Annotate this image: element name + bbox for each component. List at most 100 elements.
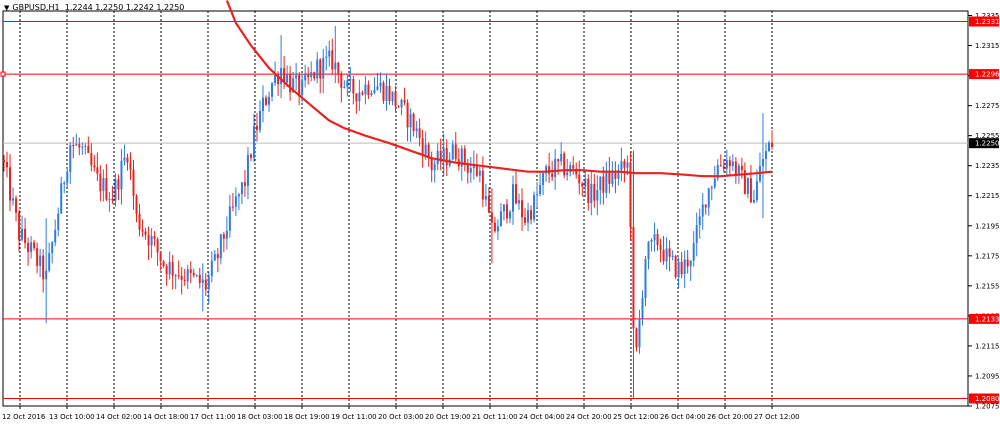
- dropdown-triangle-icon[interactable]: ▼: [4, 4, 9, 12]
- bull-candle: [195, 274, 198, 276]
- bear-candle: [249, 154, 252, 158]
- x-axis-label: 17 Oct 11:00: [190, 413, 236, 421]
- bull-candle: [527, 210, 530, 223]
- bull-candle: [391, 91, 394, 102]
- bear-candle: [156, 239, 159, 253]
- chart-window[interactable]: 12 Oct 2016 13 Oct 10:00 14 Oct 02:00 14 Oc…: [0, 0, 1000, 424]
- bull-candle: [731, 161, 734, 166]
- y-axis-label: 1.2115: [975, 342, 1000, 350]
- bull-candle: [638, 318, 641, 348]
- bull-candle: [174, 275, 177, 277]
- x-axis-label: 19 Oct 11:00: [331, 413, 377, 421]
- bear-candle: [93, 165, 96, 168]
- bear-candle: [105, 178, 108, 200]
- bear-candle: [593, 183, 596, 201]
- bear-candle: [635, 328, 638, 348]
- bull-candle: [268, 96, 271, 105]
- bear-candle: [581, 183, 584, 187]
- bull-candle: [542, 173, 545, 186]
- bear-candle: [524, 217, 527, 223]
- bear-candle: [204, 279, 207, 290]
- bear-candle: [18, 212, 21, 240]
- bull-candle: [120, 160, 123, 190]
- bull-candle: [596, 190, 599, 201]
- bull-candle: [665, 248, 668, 262]
- bull-candle: [237, 194, 240, 197]
- bull-candle: [316, 59, 319, 79]
- bear-candle: [126, 157, 129, 163]
- bull-candle: [469, 168, 472, 173]
- bear-candle: [129, 162, 132, 170]
- bull-candle: [12, 198, 15, 201]
- bull-candle: [424, 144, 427, 155]
- bear-candle: [530, 210, 533, 220]
- bear-candle: [177, 275, 180, 277]
- bear-candle: [216, 254, 219, 259]
- bull-candle: [620, 161, 623, 171]
- open-value: 1.2244: [64, 3, 93, 12]
- chart-header: ▼ GBPUSD,H1 1.2244 1.2250 1.2242 1.2250: [4, 3, 184, 12]
- bull-candle: [123, 157, 126, 161]
- bear-candle: [557, 159, 560, 162]
- bull-candle: [207, 276, 210, 290]
- bull-candle: [304, 74, 307, 81]
- bull-candle: [484, 196, 487, 200]
- bear-candle: [99, 173, 102, 192]
- bear-candle: [608, 171, 611, 184]
- bull-candle: [373, 89, 376, 93]
- bull-candle: [259, 110, 261, 130]
- bear-candle: [587, 178, 590, 204]
- x-axis-label: 14 Oct 02:00: [96, 413, 142, 421]
- bear-candle: [180, 275, 183, 280]
- bear-candle: [42, 255, 45, 280]
- bull-candle: [271, 83, 274, 97]
- bull-candle: [201, 279, 204, 283]
- bull-candle: [508, 211, 511, 219]
- bear-candle: [192, 272, 195, 276]
- bull-candle: [252, 125, 255, 158]
- bull-candle: [114, 179, 117, 201]
- bull-candle: [671, 255, 674, 257]
- bull-candle: [647, 241, 650, 260]
- bear-candle: [704, 204, 707, 208]
- bear-candle: [231, 206, 234, 208]
- bull-candle: [385, 85, 388, 101]
- bull-candle: [364, 84, 367, 95]
- bear-candle: [183, 279, 186, 282]
- bear-candle: [307, 74, 310, 78]
- bear-candle: [674, 255, 677, 278]
- bear-candle: [412, 113, 415, 132]
- bear-candle: [454, 144, 457, 160]
- bull-candle: [60, 183, 63, 214]
- bear-candle: [24, 228, 27, 244]
- bear-candle: [15, 198, 18, 213]
- bull-candle: [499, 211, 502, 227]
- bear-candle: [430, 158, 433, 171]
- bull-candle: [689, 260, 692, 267]
- bull-candle: [63, 182, 66, 184]
- bull-candle: [605, 171, 608, 193]
- bull-candle: [376, 86, 379, 90]
- bull-candle: [346, 80, 349, 87]
- high-value: 1.2250: [95, 3, 124, 12]
- bull-candle: [84, 145, 87, 147]
- bull-candle: [54, 230, 57, 243]
- bull-candle: [599, 176, 602, 191]
- bull-candle: [343, 86, 346, 88]
- x-axis-label: 26 Oct 04:00: [660, 413, 706, 421]
- bear-candle: [111, 198, 114, 201]
- bear-candle: [445, 148, 448, 166]
- price-chart[interactable]: 12 Oct 2016 13 Oct 10:00 14 Oct 02:00 14 Oc…: [0, 0, 1000, 424]
- bull-candle: [584, 178, 587, 187]
- bull-candle: [325, 56, 328, 58]
- x-axis-label: 27 Oct 12:00: [754, 413, 800, 421]
- bull-candle: [334, 62, 337, 70]
- bear-candle: [493, 222, 496, 232]
- bull-candle: [102, 178, 105, 192]
- bear-candle: [394, 91, 397, 107]
- bear-candle: [27, 243, 30, 253]
- bear-candle: [9, 167, 12, 201]
- bull-candle: [186, 269, 189, 282]
- bull-candle: [400, 99, 403, 108]
- bear-candle: [135, 196, 138, 214]
